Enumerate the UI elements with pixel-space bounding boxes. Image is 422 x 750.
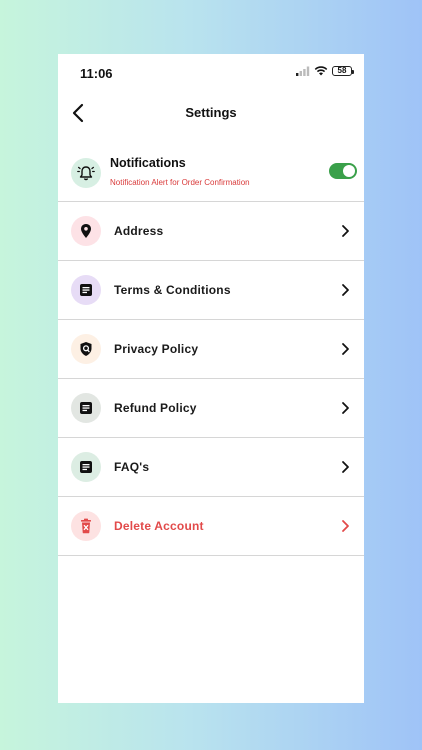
notifications-title: Notifications <box>110 156 186 170</box>
notification-icon-circle <box>71 157 101 188</box>
chevron-right-icon <box>342 402 349 414</box>
terms-icon-circle <box>71 275 101 305</box>
notifications-subtitle: Notification Alert for Order Confirmatio… <box>110 178 250 187</box>
wifi-icon <box>314 66 328 76</box>
header: Settings <box>58 94 364 132</box>
notifications-row: Notifications Notification Alert for Ord… <box>58 144 364 202</box>
settings-row-address[interactable]: Address <box>58 202 364 261</box>
delete-account-label: Delete Account <box>114 519 204 533</box>
chevron-right-icon <box>342 461 349 473</box>
status-icons: 58 <box>296 66 354 76</box>
refund-label: Refund Policy <box>114 401 197 415</box>
page-title: Settings <box>185 105 237 120</box>
privacy-label: Privacy Policy <box>114 342 199 356</box>
signal-icon <box>296 66 310 76</box>
bell-ring-icon <box>77 165 95 180</box>
address-label: Address <box>114 224 164 238</box>
document-icon <box>80 461 92 473</box>
document-icon <box>80 284 92 296</box>
settings-row-delete-account[interactable]: Delete Account <box>58 497 364 556</box>
settings-row-refund[interactable]: Refund Policy <box>58 379 364 438</box>
document-icon <box>80 402 92 414</box>
toggle-knob <box>343 165 355 177</box>
phone-screen: 11:06 58 Settings Notifications Notifica… <box>58 54 364 703</box>
privacy-icon-circle <box>71 334 101 364</box>
address-icon-circle <box>71 216 101 246</box>
chevron-right-icon <box>342 520 349 532</box>
faq-icon-circle <box>71 452 101 482</box>
battery-icon: 58 <box>332 66 354 76</box>
delete-icon-circle <box>71 511 101 541</box>
notifications-toggle[interactable] <box>329 163 357 179</box>
faq-label: FAQ's <box>114 460 150 474</box>
refund-icon-circle <box>71 393 101 423</box>
settings-list: Notifications Notification Alert for Ord… <box>58 144 364 556</box>
trash-icon <box>81 518 91 534</box>
chevron-right-icon <box>342 343 349 355</box>
chevron-right-icon <box>342 225 349 237</box>
settings-row-faq[interactable]: FAQ's <box>58 438 364 497</box>
status-time: 11:06 <box>80 66 113 81</box>
shield-icon <box>80 342 92 356</box>
terms-label: Terms & Conditions <box>114 283 231 297</box>
settings-row-terms[interactable]: Terms & Conditions <box>58 261 364 320</box>
location-pin-icon <box>81 224 91 238</box>
chevron-right-icon <box>342 284 349 296</box>
status-bar: 11:06 58 <box>58 54 364 92</box>
battery-level: 58 <box>337 66 347 75</box>
settings-row-privacy[interactable]: Privacy Policy <box>58 320 364 379</box>
